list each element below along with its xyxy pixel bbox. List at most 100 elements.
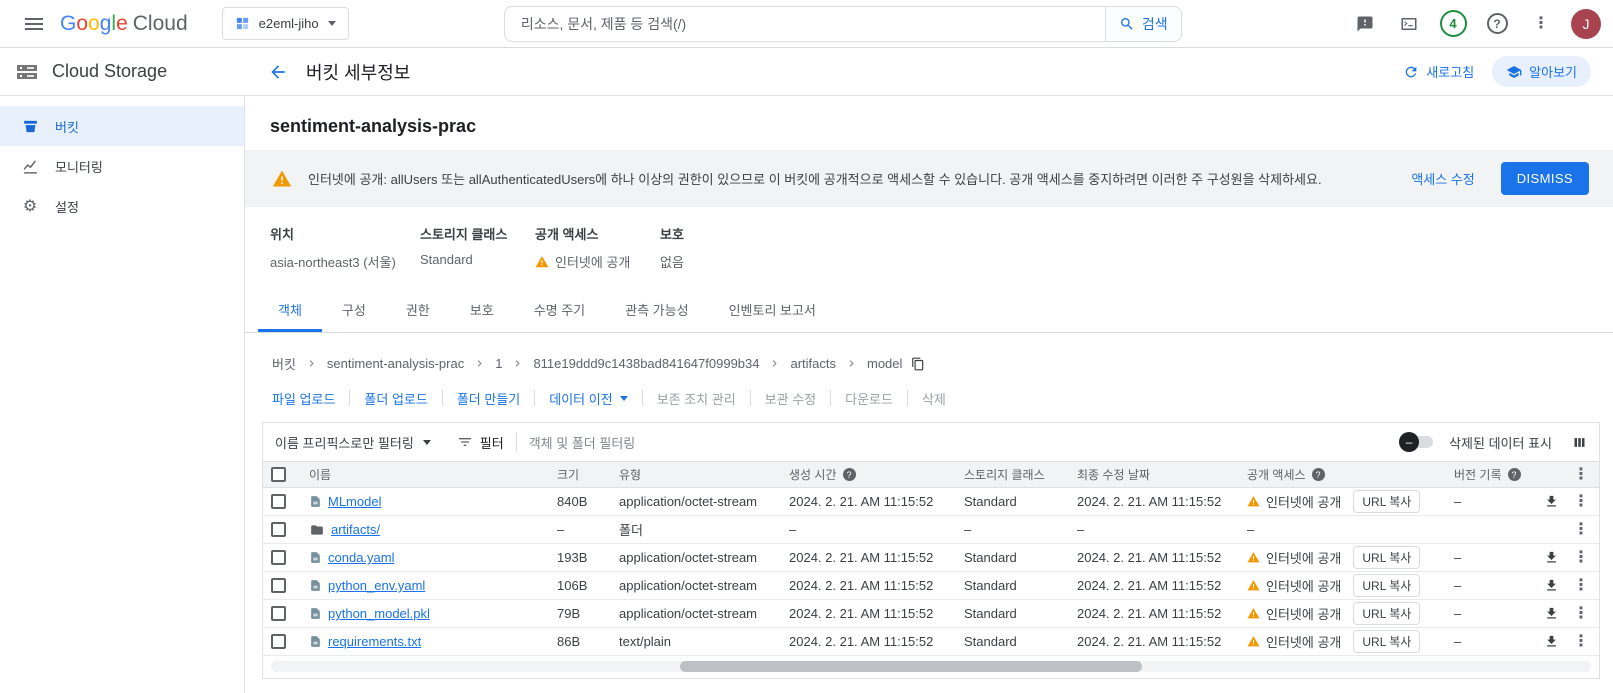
tab[interactable]: 구성: [322, 287, 386, 332]
row-menu-button[interactable]: ⋮: [1573, 578, 1589, 594]
url-copy-button[interactable]: URL 복사: [1353, 630, 1421, 653]
object-name-link[interactable]: requirements.txt: [328, 634, 421, 649]
info-location: 위치 asia-northeast3 (서울): [270, 224, 420, 271]
row-menu-button[interactable]: ⋮: [1573, 494, 1589, 510]
column-settings-button[interactable]: [1572, 435, 1587, 450]
warning-icon: [1247, 579, 1260, 592]
project-selector[interactable]: e2eml-jiho: [221, 7, 349, 40]
object-action-button[interactable]: 다운로드: [831, 390, 908, 407]
row-checkbox[interactable]: [271, 522, 286, 537]
tab[interactable]: 관측 가능성: [605, 287, 708, 332]
file-icon: [309, 494, 322, 509]
row-menu-button[interactable]: ⋮: [1573, 550, 1589, 566]
logo-letter: o: [76, 11, 89, 35]
horizontal-scrollbar[interactable]: [271, 661, 1591, 672]
object-action-button[interactable]: 폴더 만들기: [443, 390, 536, 407]
row-menu-button[interactable]: ⋮: [1573, 522, 1589, 538]
help-icon[interactable]: ?: [1311, 468, 1325, 481]
download-button[interactable]: [1544, 606, 1559, 621]
row-checkbox[interactable]: [271, 634, 286, 649]
tab[interactable]: 권한: [386, 287, 450, 332]
filter-chip-label: 필터: [479, 435, 504, 451]
download-button[interactable]: [1544, 550, 1559, 565]
tab[interactable]: 객체: [258, 287, 322, 332]
search-button[interactable]: 검색: [1104, 6, 1181, 41]
object-action-button[interactable]: 보관 수정: [751, 390, 832, 407]
more-menu-button[interactable]: ⋮: [1521, 4, 1561, 44]
object-version: –: [1454, 550, 1462, 565]
object-action-button[interactable]: 보존 조치 관리: [643, 390, 751, 407]
tab[interactable]: 인벤토리 보고서: [709, 287, 836, 332]
object-name-link[interactable]: python_model.pkl: [328, 606, 430, 621]
refresh-button[interactable]: 새로고침: [1403, 62, 1474, 81]
copy-icon[interactable]: [911, 357, 925, 371]
tab[interactable]: 수명 주기: [514, 287, 605, 332]
help-button[interactable]: ?: [1477, 4, 1517, 44]
object-name-link[interactable]: python_env.yaml: [328, 578, 425, 593]
object-action-button[interactable]: 파일 업로드: [258, 390, 351, 407]
breadcrumb-item[interactable]: 버킷: [272, 354, 296, 373]
filter-chip[interactable]: 필터: [457, 433, 504, 452]
filter-icon: [457, 434, 473, 450]
learn-button[interactable]: 알아보기: [1492, 56, 1591, 87]
object-created: 2024. 2. 21. AM 11:15:52: [789, 550, 934, 565]
object-action-button[interactable]: 데이터 이전: [535, 390, 643, 407]
edit-access-link[interactable]: 액세스 수정: [1411, 169, 1474, 188]
row-checkbox[interactable]: [271, 578, 286, 593]
object-name-link[interactable]: MLmodel: [328, 494, 381, 509]
filter-input[interactable]: 객체 및 폴더 필터링: [529, 433, 636, 452]
vertical-dots-icon[interactable]: ⋮: [1573, 467, 1589, 483]
object-action-button[interactable]: 삭제: [908, 390, 960, 407]
sidebar-item-buckets[interactable]: 버킷: [0, 106, 244, 146]
url-copy-button[interactable]: URL 복사: [1353, 490, 1421, 513]
prefix-filter-dropdown[interactable]: 이름 프리픽스로만 필터링: [275, 433, 431, 452]
user-avatar[interactable]: J: [1571, 8, 1601, 39]
url-copy-button[interactable]: URL 복사: [1353, 602, 1421, 625]
dismiss-button[interactable]: DISMISS: [1500, 162, 1589, 195]
table-row: artifacts/ – 폴더 – – – – URL 복사: [263, 516, 1599, 544]
search-input[interactable]: [504, 6, 1105, 41]
notification-badge[interactable]: 4: [1433, 4, 1473, 44]
download-button[interactable]: [1544, 634, 1559, 649]
school-icon: [1506, 64, 1522, 80]
download-button[interactable]: [1544, 578, 1559, 593]
hamburger-menu-icon[interactable]: [14, 4, 54, 44]
object-action-button[interactable]: 폴더 업로드: [350, 390, 443, 407]
object-type: application/octet-stream: [619, 550, 758, 565]
feedback-button[interactable]: [1345, 4, 1385, 44]
sidebar-item-settings[interactable]: ⚙ 설정: [0, 186, 244, 226]
logo-cloud-text: Cloud: [132, 11, 188, 35]
row-checkbox[interactable]: [271, 606, 286, 621]
public-access-warning-banner: 인터넷에 공개: allUsers 또는 allAuthenticatedUse…: [245, 150, 1613, 207]
column-header-size: 크기: [557, 468, 580, 482]
object-name-link[interactable]: conda.yaml: [328, 550, 394, 565]
object-storage-class: Standard: [964, 634, 1017, 649]
select-all-checkbox[interactable]: [271, 467, 286, 482]
download-button[interactable]: [1544, 494, 1559, 509]
url-copy-button[interactable]: URL 복사: [1353, 546, 1421, 569]
breadcrumb-item[interactable]: 1: [495, 356, 502, 371]
help-icon[interactable]: ?: [1507, 468, 1521, 481]
object-modified: 2024. 2. 21. AM 11:15:52: [1077, 606, 1222, 621]
show-deleted-toggle[interactable]: –: [1399, 432, 1435, 452]
url-copy-button[interactable]: URL 복사: [1353, 574, 1421, 597]
scrollbar-thumb[interactable]: [680, 661, 1143, 672]
table-row: requirements.txt 86B text/plain 2024. 2.…: [263, 628, 1599, 656]
object-name-link[interactable]: artifacts/: [331, 522, 380, 537]
breadcrumb-item[interactable]: artifacts: [790, 356, 836, 371]
row-checkbox[interactable]: [271, 550, 286, 565]
breadcrumb-item[interactable]: 811e19ddd9c1438bad841647f0999b34: [533, 356, 759, 371]
back-button[interactable]: [260, 54, 296, 90]
tab[interactable]: 보호: [450, 287, 514, 332]
breadcrumb-item[interactable]: model: [867, 356, 902, 371]
cloud-shell-button[interactable]: [1389, 4, 1429, 44]
warning-icon: [272, 169, 292, 189]
row-menu-button[interactable]: ⋮: [1573, 606, 1589, 622]
breadcrumb-item[interactable]: sentiment-analysis-prac: [327, 356, 464, 371]
row-menu-button[interactable]: ⋮: [1573, 634, 1589, 650]
row-checkbox[interactable]: [271, 494, 286, 509]
table-row: python_env.yaml 106B application/octet-s…: [263, 572, 1599, 600]
help-icon[interactable]: ?: [842, 468, 856, 481]
sidebar-item-monitoring[interactable]: 모니터링: [0, 146, 244, 186]
object-storage-class: Standard: [964, 578, 1017, 593]
